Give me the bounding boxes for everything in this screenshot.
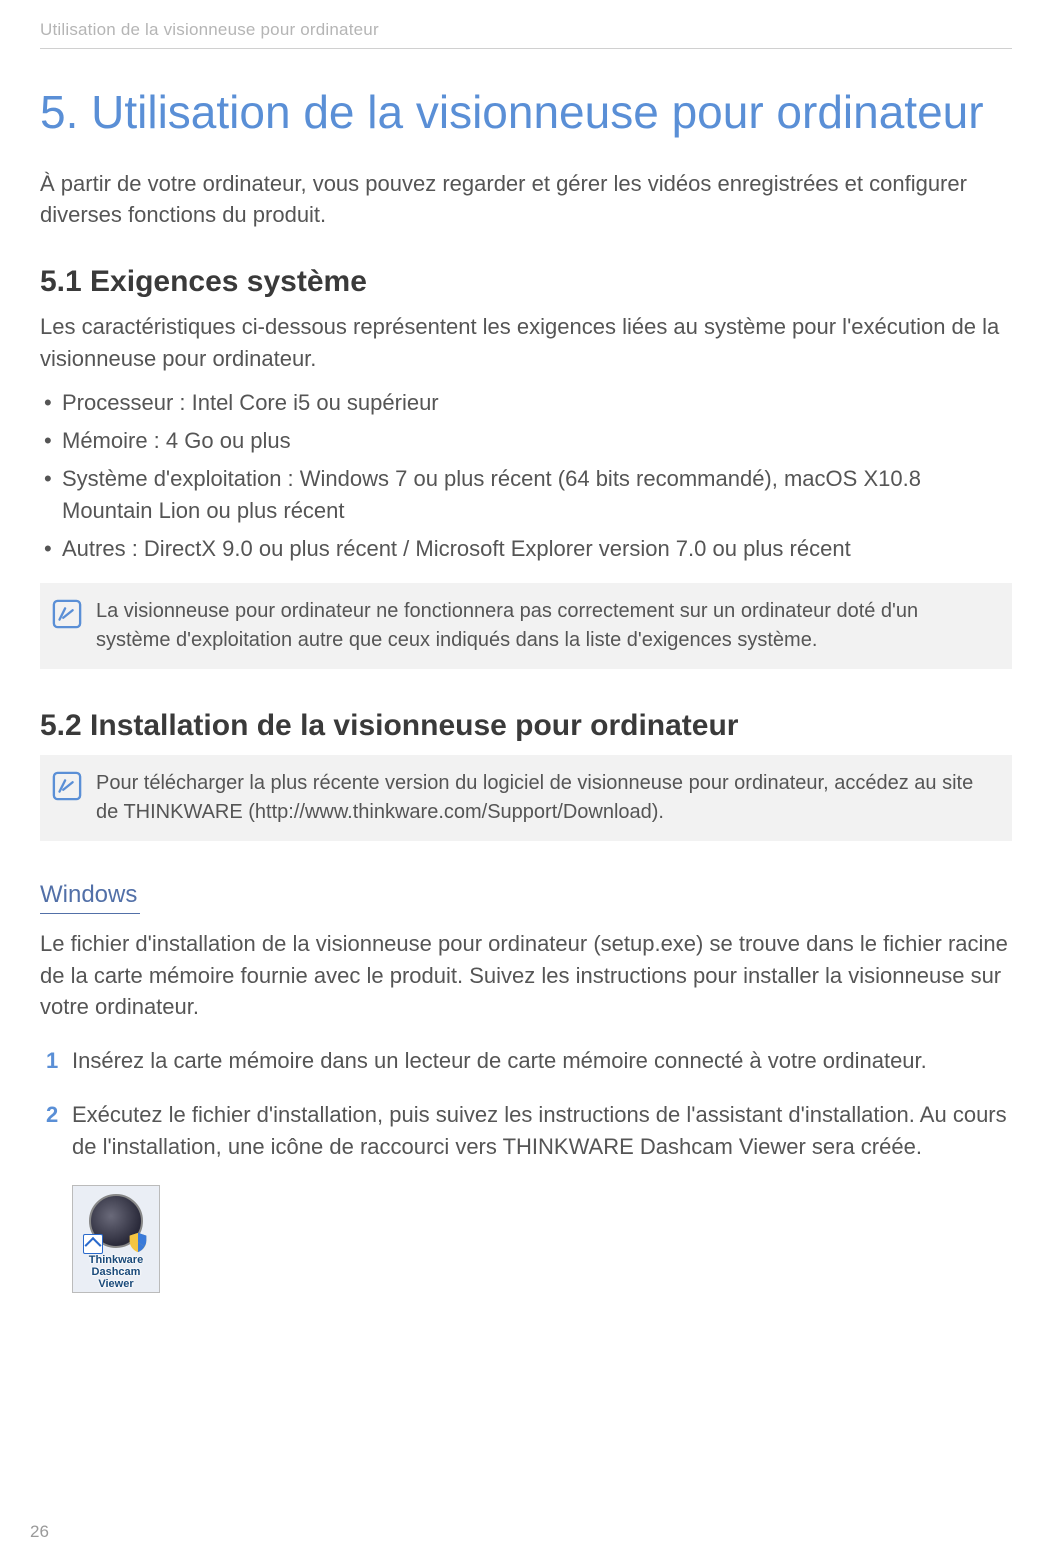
note-box: La visionneuse pour ordinateur ne foncti… — [40, 583, 1012, 669]
step-number: 1 — [46, 1045, 58, 1077]
step-number: 2 — [46, 1099, 58, 1131]
requirements-list: Processeur : Intel Core i5 ou supérieur … — [40, 387, 1012, 564]
windows-subsection-title: Windows — [40, 881, 1012, 909]
running-header: Utilisation de la visionneuse pour ordin… — [40, 20, 1012, 40]
note-icon — [52, 599, 82, 629]
step-text: Insérez la carte mémoire dans un lecteur… — [72, 1048, 927, 1073]
uac-shield-icon — [127, 1230, 149, 1254]
section-5-1-intro: Les caractéristiques ci-dessous représen… — [40, 311, 1012, 375]
shortcut-label-line: Viewer — [89, 1278, 143, 1290]
section-5-1-title: 5.1 Exigences système — [40, 265, 1012, 299]
windows-subsection-rule — [40, 913, 140, 914]
note-text: La visionneuse pour ordinateur ne foncti… — [96, 597, 994, 655]
steps-list: 1 Insérez la carte mémoire dans un lecte… — [40, 1045, 1012, 1163]
shortcut-label-line: Dashcam — [89, 1266, 143, 1278]
page-number: 26 — [30, 1522, 49, 1542]
chapter-title: 5. Utilisation de la visionneuse pour or… — [40, 87, 1012, 138]
list-item: Processeur : Intel Core i5 ou supérieur — [40, 387, 1012, 419]
note-box: Pour télécharger la plus récente version… — [40, 755, 1012, 841]
shortcut-arrow-icon — [83, 1234, 103, 1254]
shortcut-label-line: Thinkware — [89, 1254, 143, 1266]
dashcam-viewer-shortcut-icon: Thinkware Dashcam Viewer — [72, 1185, 160, 1293]
step-item: 2 Exécutez le fichier d'installation, pu… — [40, 1099, 1012, 1163]
step-text: Exécutez le fichier d'installation, puis… — [72, 1102, 1007, 1159]
note-text: Pour télécharger la plus récente version… — [96, 769, 994, 827]
windows-intro: Le fichier d'installation de la visionne… — [40, 928, 1012, 1024]
list-item: Système d'exploitation : Windows 7 ou pl… — [40, 463, 1012, 527]
step-item: 1 Insérez la carte mémoire dans un lecte… — [40, 1045, 1012, 1077]
chapter-intro: À partir de votre ordinateur, vous pouve… — [40, 168, 1012, 232]
header-rule — [40, 48, 1012, 49]
shortcut-graphic — [87, 1192, 145, 1250]
list-item: Mémoire : 4 Go ou plus — [40, 425, 1012, 457]
list-item: Autres : DirectX 9.0 ou plus récent / Mi… — [40, 533, 1012, 565]
shortcut-label: Thinkware Dashcam Viewer — [89, 1254, 143, 1290]
note-icon — [52, 771, 82, 801]
section-5-2-title: 5.2 Installation de la visionneuse pour … — [40, 709, 1012, 743]
